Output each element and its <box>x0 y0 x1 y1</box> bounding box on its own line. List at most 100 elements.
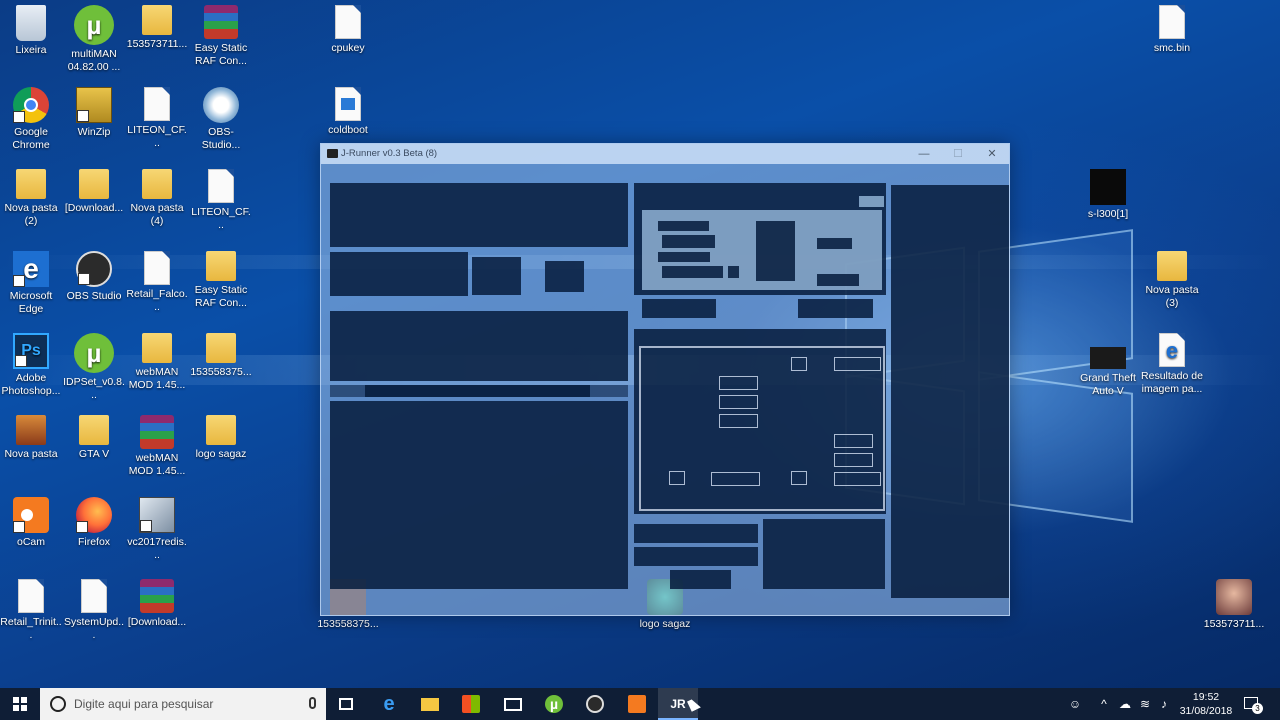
action-center-button[interactable]: 3 <box>1242 694 1263 714</box>
taskbar-utorrent[interactable]: µ <box>534 688 574 720</box>
desktop-icon-webman-folder[interactable]: webMAN MOD 1.45... <box>126 333 188 392</box>
folder-icon <box>16 169 46 199</box>
desktop-icon-gta-v-folder[interactable]: GTA V <box>63 415 125 461</box>
desktop-icon-153573711-image[interactable]: 153573711... <box>1203 579 1265 631</box>
button-block[interactable] <box>642 299 716 318</box>
option-box[interactable] <box>834 434 873 448</box>
desktop-icon-gta-v[interactable]: Grand Theft Auto V <box>1077 333 1139 398</box>
minimize-button[interactable]: — <box>907 144 941 164</box>
option-box[interactable] <box>834 472 881 486</box>
desktop-icon-resultado-de-imagem[interactable]: e Resultado de imagem pa... <box>1141 333 1203 396</box>
desktop-icon-nova-pasta-4[interactable]: Nova pasta (4) <box>126 169 188 228</box>
edge-icon: e <box>383 693 395 715</box>
desktop-icon-vc2017redis[interactable]: vc2017redis... <box>126 497 188 562</box>
option-box[interactable] <box>669 471 685 485</box>
close-button[interactable]: ✕ <box>975 144 1009 164</box>
info-field <box>817 238 852 249</box>
chevron-up-icon[interactable]: ^ <box>1097 697 1111 711</box>
desktop-icon-liteon-1[interactable]: LITEON_CF... <box>126 87 188 150</box>
clock-time: 19:52 <box>1192 691 1220 703</box>
button-block[interactable] <box>634 547 758 566</box>
file-icon <box>1159 5 1185 39</box>
desktop-icon-retail-trinit[interactable]: Retail_Trinit... <box>0 579 62 642</box>
taskbar-store[interactable] <box>451 688 491 720</box>
option-box[interactable] <box>719 395 758 409</box>
desktop-icon-retail-falco[interactable]: Retail_Falco... <box>126 251 188 314</box>
desktop-icon-lixeira[interactable]: Lixeira <box>0 5 62 57</box>
desktop-icon-ocam[interactable]: oCam <box>0 497 62 549</box>
option-box[interactable] <box>791 357 807 371</box>
microphone-icon[interactable] <box>309 697 316 709</box>
button-block[interactable] <box>798 299 873 318</box>
desktop-icon-label: Nova pasta (3) <box>1145 284 1199 309</box>
desktop-icon-coldboot[interactable]: coldboot <box>317 87 379 137</box>
desktop-icon-153558375-folder[interactable]: 153558375... <box>190 333 252 379</box>
button-block[interactable] <box>670 570 731 589</box>
desktop-icon-systemupd[interactable]: SystemUpd... <box>63 579 125 642</box>
desktop-icon-label: Nova pasta (4) <box>130 202 184 227</box>
desktop-icon-multiman[interactable]: µ multiMAN 04.82.00 ... <box>63 5 125 74</box>
desktop-icon-smc-bin[interactable]: smc.bin <box>1141 5 1203 55</box>
info-field <box>662 235 715 248</box>
desktop-icon-label: webMAN MOD 1.45... <box>128 366 186 391</box>
people-icon[interactable]: ☺ <box>1068 697 1082 711</box>
desktop-icon-firefox[interactable]: Firefox <box>63 497 125 549</box>
taskbar-task-view[interactable] <box>326 688 366 720</box>
clock[interactable]: 19:52 31/08/2018 <box>1176 690 1236 718</box>
desktop-icon-microsoft-edge[interactable]: e Microsoft Edge <box>0 251 62 316</box>
taskbar-edge[interactable]: e <box>369 688 409 720</box>
taskbar-obs[interactable] <box>575 688 615 720</box>
desktop-icon-cpukey[interactable]: cpukey <box>317 5 379 55</box>
search-input[interactable]: Digite aqui para pesquisar <box>40 688 326 720</box>
panel-block[interactable] <box>472 257 521 295</box>
desktop-icon-easy-static-raf-folder[interactable]: Easy Static RAF Con... <box>190 251 252 310</box>
button-block[interactable] <box>634 524 758 543</box>
desktop-icon-download-rar[interactable]: [Download... <box>126 579 188 629</box>
desktop-icon-logo-sagaz-folder[interactable]: logo sagaz <box>190 415 252 461</box>
taskbar-ocam[interactable] <box>617 688 657 720</box>
desktop-icon-obs-studio[interactable]: OBS Studio <box>63 251 125 303</box>
desktop-icon-easy-static-raf-rar[interactable]: Easy Static RAF Con... <box>190 5 252 68</box>
obs-icon <box>586 695 604 713</box>
option-box[interactable] <box>791 471 807 485</box>
desktop-icon-liteon-2[interactable]: LITEON_CF... <box>190 169 252 232</box>
option-box[interactable] <box>719 376 758 390</box>
mail-icon <box>504 698 522 711</box>
desktop-icon-idpset[interactable]: µ IDPSet_v0.8... <box>63 333 125 402</box>
volume-icon[interactable]: ♪ <box>1157 697 1171 711</box>
taskbar-mail[interactable] <box>493 688 533 720</box>
desktop-icon-label: Grand Theft Auto V <box>1080 372 1136 397</box>
desktop-icon-obs-studio-installer[interactable]: OBS-Studio... <box>190 87 252 152</box>
desktop-icon-adobe-photoshop[interactable]: Ps Adobe Photoshop... <box>0 333 62 398</box>
j-runner-window[interactable]: J-Runner v0.3 Beta (8) — ☐ ✕ <box>320 143 1010 616</box>
desktop-icon-webman-rar[interactable]: webMAN MOD 1.45... <box>126 415 188 478</box>
maximize-button[interactable]: ☐ <box>941 144 975 164</box>
nsis-installer-icon <box>203 87 239 123</box>
desktop-icon-download-folder[interactable]: [Download... <box>63 169 125 215</box>
taskbar-file-explorer[interactable] <box>410 688 450 720</box>
photoshop-icon: Ps <box>13 333 49 369</box>
installer-icon <box>139 497 175 533</box>
option-box[interactable] <box>834 357 881 371</box>
option-box[interactable] <box>711 472 760 486</box>
desktop-icon-label: Lixeira <box>15 44 47 56</box>
cloud-icon[interactable]: ☁ <box>1118 697 1132 711</box>
desktop-icon-nova-pasta[interactable]: Nova pasta <box>0 415 62 461</box>
desktop-icon-google-chrome[interactable]: Google Chrome <box>0 87 62 152</box>
option-box[interactable] <box>834 453 873 467</box>
window-titlebar[interactable]: J-Runner v0.3 Beta (8) — ☐ ✕ <box>321 144 1009 164</box>
desktop-icon-nova-pasta-3[interactable]: Nova pasta (3) <box>1141 251 1203 310</box>
recycle-bin-icon <box>16 5 46 41</box>
desktop-icon-nova-pasta-2[interactable]: Nova pasta (2) <box>0 169 62 228</box>
option-box[interactable] <box>719 414 758 428</box>
start-button[interactable] <box>0 688 40 720</box>
desktop-icon-153573711-folder[interactable]: 153573711... <box>126 5 188 51</box>
panel-block[interactable] <box>545 261 584 292</box>
desktop-icon-winzip[interactable]: WinZip <box>63 87 125 139</box>
network-icon[interactable]: ≋ <box>1138 697 1152 711</box>
folder-icon <box>421 698 439 711</box>
panel-block <box>330 252 468 296</box>
file-icon <box>208 169 234 203</box>
desktop-icon-label: vc2017redis... <box>127 536 187 561</box>
desktop-icon-s-l300[interactable]: s-l300[1] <box>1077 169 1139 221</box>
